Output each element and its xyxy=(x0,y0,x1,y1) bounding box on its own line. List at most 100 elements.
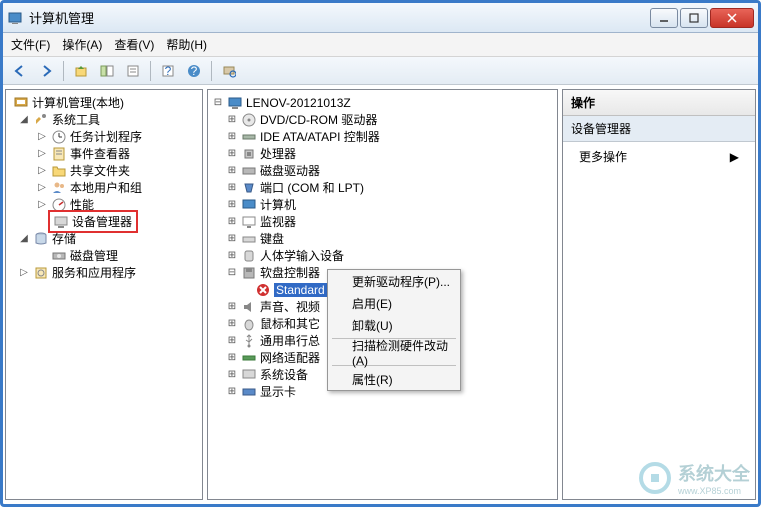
expand-icon[interactable]: ⊞ xyxy=(226,352,238,364)
tree-label: 键盘 xyxy=(260,230,284,247)
device-monitor[interactable]: ⊞监视器 xyxy=(210,213,555,230)
tree-task-scheduler[interactable]: ▷ 任务计划程序 xyxy=(8,128,200,145)
device-ide[interactable]: ⊞IDE ATA/ATAPI 控制器 xyxy=(210,128,555,145)
minimize-button[interactable] xyxy=(650,8,678,28)
expand-icon[interactable]: ⊞ xyxy=(226,131,238,143)
sound-icon xyxy=(241,299,257,315)
device-dvd[interactable]: ⊞ DVD/CD-ROM 驱动器 xyxy=(210,111,555,128)
titlebar: 计算机管理 xyxy=(3,3,758,33)
expand-icon[interactable]: ⊞ xyxy=(226,369,238,381)
menu-view[interactable]: 查看(V) xyxy=(114,36,154,53)
menu-scan-hardware[interactable]: 扫描检测硬件改动(A) xyxy=(328,341,460,363)
tree-label: 系统设备 xyxy=(260,366,308,383)
services-icon xyxy=(33,265,49,281)
properties-button[interactable] xyxy=(122,60,144,82)
expand-icon[interactable]: ▷ xyxy=(36,182,48,194)
tree-label: 设备管理器 xyxy=(72,213,132,230)
show-hide-tree-button[interactable] xyxy=(96,60,118,82)
expand-icon[interactable]: ⊞ xyxy=(226,216,238,228)
expand-icon[interactable]: ⊞ xyxy=(226,386,238,398)
device-ports[interactable]: ⊞端口 (COM 和 LPT) xyxy=(210,179,555,196)
tree-label: 鼠标和其它 xyxy=(260,315,320,332)
forward-button[interactable] xyxy=(35,60,57,82)
menu-file[interactable]: 文件(F) xyxy=(11,36,50,53)
tree-label: LENOV-20121013Z xyxy=(246,96,351,110)
tree-label: 通用串行总 xyxy=(260,332,320,349)
back-button[interactable] xyxy=(9,60,31,82)
tree-label: 处理器 xyxy=(260,145,296,162)
expand-icon[interactable]: ▷ xyxy=(36,199,48,211)
hid-icon xyxy=(241,248,257,264)
device-keyboard[interactable]: ⊞ 键盘 xyxy=(210,230,555,247)
close-button[interactable] xyxy=(710,8,754,28)
users-icon xyxy=(51,180,67,196)
pc-icon xyxy=(241,197,257,213)
expand-icon[interactable]: ⊞ xyxy=(226,165,238,177)
menu-update-driver[interactable]: 更新驱动程序(P)... xyxy=(328,270,460,292)
collapse-icon[interactable]: ⊟ xyxy=(226,267,238,279)
expand-icon[interactable]: ▷ xyxy=(36,148,48,160)
expand-icon[interactable]: ⊞ xyxy=(226,318,238,330)
expand-icon[interactable]: ⊞ xyxy=(226,250,238,262)
expand-icon[interactable]: ⊞ xyxy=(226,301,238,313)
tree-local-users[interactable]: ▷ 本地用户和组 xyxy=(8,179,200,196)
tree-device-manager[interactable]: 设备管理器 xyxy=(8,213,200,230)
up-button[interactable] xyxy=(70,60,92,82)
expand-icon[interactable]: ▷ xyxy=(36,165,48,177)
tools-icon xyxy=(33,112,49,128)
expand-icon[interactable]: ▷ xyxy=(18,267,30,279)
expand-icon[interactable]: ⊞ xyxy=(226,233,238,245)
tree-disk-management[interactable]: 磁盘管理 xyxy=(8,247,200,264)
port-icon xyxy=(241,180,257,196)
expand-icon[interactable]: ▷ xyxy=(36,131,48,143)
collapse-icon[interactable]: ◢ xyxy=(18,233,30,245)
tree-label: DVD/CD-ROM 驱动器 xyxy=(260,111,377,128)
disk-drive-icon xyxy=(241,163,257,179)
menu-properties[interactable]: 属性(R) xyxy=(328,368,460,390)
refresh-button[interactable]: ? xyxy=(157,60,179,82)
computer-icon xyxy=(227,95,243,111)
maximize-button[interactable] xyxy=(680,8,708,28)
collapse-icon[interactable]: ⊟ xyxy=(212,97,224,109)
tree-root[interactable]: 计算机管理(本地) xyxy=(8,94,200,111)
tree-services[interactable]: ▷ 服务和应用程序 xyxy=(8,264,200,281)
monitor-icon xyxy=(241,214,257,230)
device-hid[interactable]: ⊞人体学输入设备 xyxy=(210,247,555,264)
separator-icon xyxy=(150,61,151,81)
tree-event-viewer[interactable]: ▷ 事件查看器 xyxy=(8,145,200,162)
storage-icon xyxy=(33,231,49,247)
actions-header: 操作 xyxy=(563,90,755,116)
expand-icon[interactable]: ⊞ xyxy=(226,148,238,160)
device-manager-icon xyxy=(53,214,69,230)
folder-icon xyxy=(51,163,67,179)
expand-icon[interactable]: ⊞ xyxy=(226,335,238,347)
tree-label: 声音、视频 xyxy=(260,298,320,315)
more-actions-item[interactable]: 更多操作 ▶ xyxy=(563,142,755,171)
menu-help[interactable]: 帮助(H) xyxy=(166,36,207,53)
tree-shared-folders[interactable]: ▷ 共享文件夹 xyxy=(8,162,200,179)
tree-label: 存储 xyxy=(52,230,76,247)
help-button[interactable]: ? xyxy=(183,60,205,82)
scan-hardware-button[interactable] xyxy=(218,60,240,82)
expand-icon[interactable]: ⊞ xyxy=(226,199,238,211)
tree-system-tools[interactable]: ◢ 系统工具 xyxy=(8,111,200,128)
network-icon xyxy=(241,350,257,366)
tree-label: 事件查看器 xyxy=(70,145,130,162)
collapse-icon[interactable]: ◢ xyxy=(18,114,30,126)
expand-icon[interactable]: ⊞ xyxy=(226,114,238,126)
menu-enable[interactable]: 启用(E) xyxy=(328,292,460,314)
device-cpu[interactable]: ⊞ 处理器 xyxy=(210,145,555,162)
menu-uninstall[interactable]: 卸载(U) xyxy=(328,314,460,336)
display-adapter-icon xyxy=(241,384,257,400)
svg-text:?: ? xyxy=(165,64,172,78)
chevron-right-icon: ▶ xyxy=(730,150,739,164)
tree-label: 磁盘管理 xyxy=(70,247,118,264)
actions-panel: 操作 设备管理器 更多操作 ▶ xyxy=(562,89,756,500)
device-root[interactable]: ⊟ LENOV-20121013Z xyxy=(210,94,555,111)
tree-label: 显示卡 xyxy=(260,383,296,400)
expand-icon[interactable]: ⊞ xyxy=(226,182,238,194)
device-computer[interactable]: ⊞计算机 xyxy=(210,196,555,213)
menu-action[interactable]: 操作(A) xyxy=(62,36,102,53)
disk-icon xyxy=(51,248,67,264)
device-disk[interactable]: ⊞磁盘驱动器 xyxy=(210,162,555,179)
